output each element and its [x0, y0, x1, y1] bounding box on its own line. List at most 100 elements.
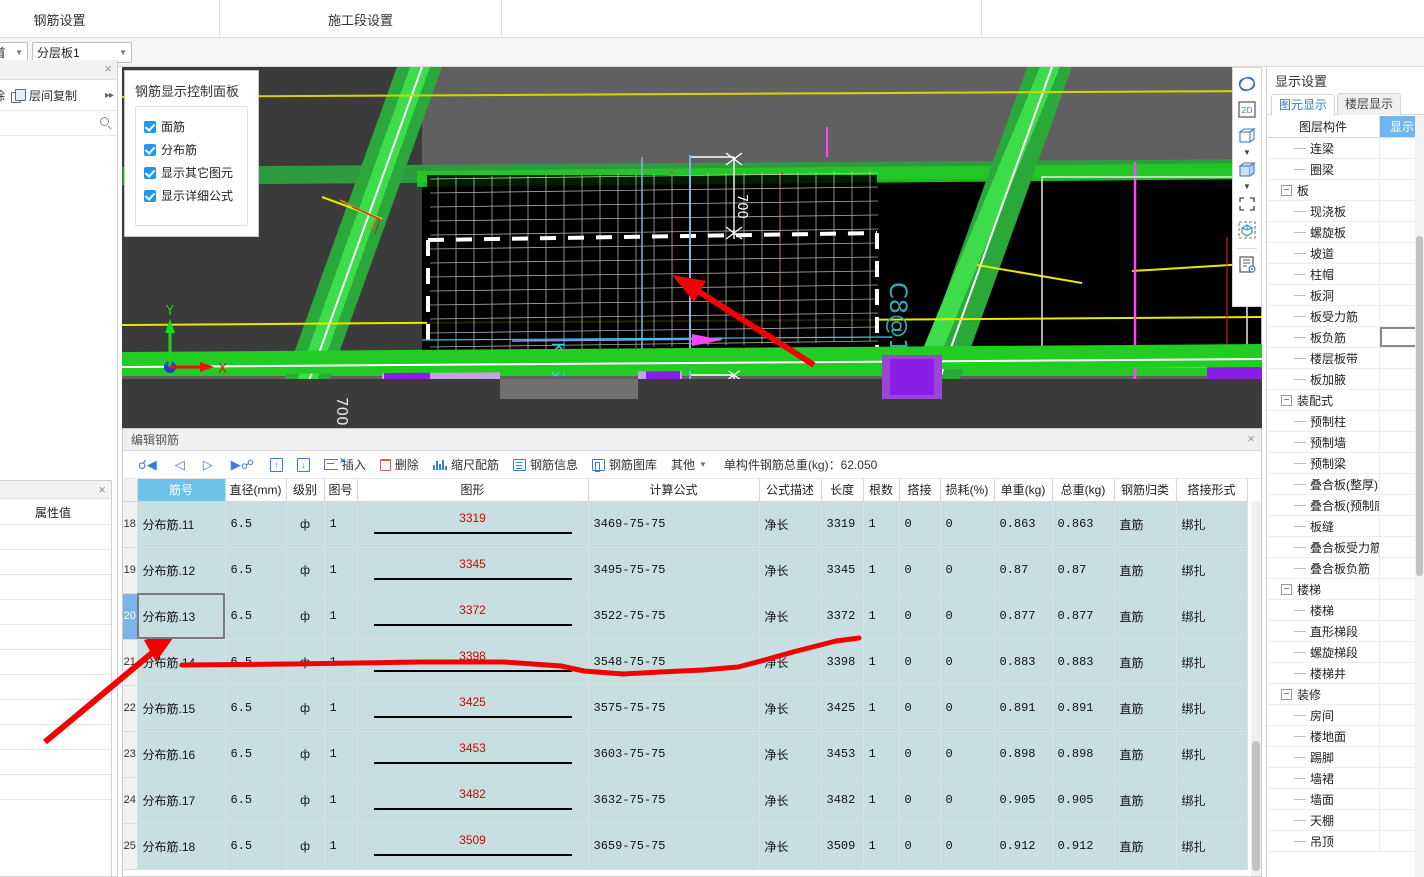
cell-formula-desc[interactable]: 净长: [758, 638, 822, 686]
cell-class[interactable]: 直筋: [1113, 776, 1177, 824]
tree-item-24[interactable]: 螺旋梯段: [1267, 642, 1424, 663]
property-row[interactable]: -C8@150: [0, 525, 111, 550]
cell-length[interactable]: 3319: [820, 500, 864, 548]
tree-item-27[interactable]: 房间: [1267, 705, 1424, 726]
tree-item-6[interactable]: 柱帽: [1267, 264, 1424, 285]
cell-formula-desc[interactable]: 净长: [758, 684, 822, 732]
cell-lap-form[interactable]: 绑扎: [1175, 776, 1248, 824]
checkbox-fenbujin[interactable]: 分布筋: [144, 138, 247, 161]
cell-lap-form[interactable]: 绑扎: [1175, 638, 1248, 686]
cell-unit-weight[interactable]: 0.863: [993, 500, 1053, 548]
tree-item-9[interactable]: 板负筋: [1267, 327, 1424, 348]
property-row[interactable]: 外边线): [0, 650, 111, 675]
cell-length[interactable]: 3425: [820, 684, 864, 732]
col-header-loss[interactable]: 损耗(%): [939, 479, 995, 502]
property-row[interactable]: 150: [0, 575, 111, 600]
cell-pic-no[interactable]: 1: [323, 546, 358, 594]
cell-name[interactable]: 分布筋.11: [136, 500, 226, 548]
col-header-grade[interactable]: 级别: [285, 479, 325, 502]
cell-pic-no[interactable]: 1: [323, 592, 358, 640]
table-row[interactable]: 22 分布筋.15 6.5 ф 1 3425 3575-75-75 净长 342…: [123, 684, 1248, 732]
cell-formula[interactable]: 3659-75-75: [587, 822, 760, 870]
cell-unit-weight[interactable]: 0.877: [993, 592, 1053, 640]
cell-shape[interactable]: 3482: [356, 776, 589, 824]
cell-diameter[interactable]: 6.5: [224, 638, 287, 686]
cell-name[interactable]: 分布筋.17: [136, 776, 226, 824]
tree-item-16[interactable]: 叠合板(整厚): [1267, 474, 1424, 495]
cell-pic-no[interactable]: 1: [323, 638, 358, 686]
delete-button[interactable]: 除: [0, 87, 5, 104]
tree-item-2[interactable]: − 板: [1267, 180, 1424, 201]
tree-item-3[interactable]: 现浇板: [1267, 201, 1424, 222]
table-row[interactable]: 20 分布筋.13 6.5 ф 1 3372 3522-75-75 净长 337…: [123, 592, 1248, 640]
cell-loss[interactable]: 0: [939, 776, 995, 824]
checkbox-show-other-elements[interactable]: 显示其它图元: [144, 161, 247, 184]
cad-viewport[interactable]: 700 700 KBSLJ-C8@150-C8@150 C8@150: [122, 67, 1262, 428]
tree-item-31[interactable]: 墙面: [1267, 789, 1424, 810]
cell-lap-form[interactable]: 绑扎: [1175, 730, 1248, 778]
cell-class[interactable]: 直筋: [1113, 730, 1177, 778]
cell-total-weight[interactable]: 0.87: [1051, 546, 1115, 594]
cube-dashed-icon[interactable]: [1235, 218, 1259, 242]
table-vertical-scrollbar[interactable]: [1251, 501, 1261, 876]
cell-diameter[interactable]: 6.5: [224, 730, 287, 778]
cell-formula-desc[interactable]: 净长: [758, 822, 822, 870]
cell-class[interactable]: 直筋: [1113, 822, 1177, 870]
tree-item-10[interactable]: 楼层板带: [1267, 348, 1424, 369]
cell-pic-no[interactable]: 1: [323, 822, 358, 870]
tree-item-7[interactable]: 板洞: [1267, 285, 1424, 306]
cell-length[interactable]: 3509: [820, 822, 864, 870]
tree-expander-icon[interactable]: −: [1281, 688, 1292, 700]
cell-lap[interactable]: 0: [898, 638, 941, 686]
row-number[interactable]: 18: [123, 500, 138, 548]
cell-shape[interactable]: 3398: [356, 638, 589, 686]
cell-length[interactable]: 3482: [820, 776, 864, 824]
cell-lap-form[interactable]: 绑扎: [1175, 822, 1248, 870]
cell-name[interactable]: 分布筋.16: [136, 730, 226, 778]
row-number[interactable]: 24: [123, 776, 138, 824]
property-row[interactable]: [0, 550, 111, 575]
cell-formula[interactable]: 3548-75-75: [587, 638, 760, 686]
row-number[interactable]: 25: [123, 822, 138, 870]
col-header-lap-form[interactable]: 搭接形式: [1175, 479, 1248, 502]
cell-shape[interactable]: 3425: [356, 684, 589, 732]
table-row[interactable]: 24 分布筋.17 6.5 ф 1 3482 3632-75-75 净长 348…: [123, 776, 1248, 824]
cell-loss[interactable]: 0: [939, 546, 995, 594]
cell-pic-no[interactable]: 1: [323, 730, 358, 778]
cell-count[interactable]: 1: [862, 822, 900, 870]
cell-class[interactable]: 直筋: [1113, 592, 1177, 640]
cell-formula[interactable]: 3522-75-75: [587, 592, 760, 640]
cell-total-weight[interactable]: 0.912: [1051, 822, 1115, 870]
cell-pic-no[interactable]: 1: [323, 500, 358, 548]
col-header-formula-desc[interactable]: 公式描述: [758, 479, 822, 502]
chevron-down-icon-2[interactable]: ▼: [1243, 183, 1251, 192]
cell-grade[interactable]: ф: [285, 546, 325, 594]
tab-element-display[interactable]: 图元显示: [1271, 94, 1336, 116]
left-dock-search[interactable]: [0, 112, 117, 136]
cell-diameter[interactable]: 6.5: [224, 822, 287, 870]
cell-class[interactable]: 直筋: [1113, 638, 1177, 686]
tree-item-1[interactable]: 圈梁: [1267, 159, 1424, 180]
checkbox-mianjin[interactable]: 面筋: [144, 115, 247, 138]
cell-loss[interactable]: 0: [939, 638, 995, 686]
row-number[interactable]: 22: [123, 684, 138, 732]
tree-item-23[interactable]: 直形梯段: [1267, 621, 1424, 642]
tab-floor-display[interactable]: 楼层显示: [1337, 93, 1402, 115]
tree-item-20[interactable]: 叠合板负筋: [1267, 558, 1424, 579]
tree-item-29[interactable]: 踢脚: [1267, 747, 1424, 768]
cad-view-toolbar[interactable]: 2D ▼ ▼: [1232, 67, 1262, 307]
cell-loss[interactable]: 0: [939, 730, 995, 778]
tree-item-21[interactable]: − 楼梯: [1267, 579, 1424, 600]
cell-loss[interactable]: 0: [939, 592, 995, 640]
property-row[interactable]: [0, 750, 111, 775]
tree-item-8[interactable]: 板受力筋: [1267, 306, 1424, 327]
cell-lap[interactable]: 0: [898, 730, 941, 778]
scrollbar-thumb[interactable]: [1416, 236, 1423, 576]
tree-item-13[interactable]: 预制柱: [1267, 411, 1424, 432]
col-header-class[interactable]: 钢筋归类: [1113, 479, 1177, 502]
cell-shape[interactable]: 3453: [356, 730, 589, 778]
cube-outline-icon[interactable]: [1235, 124, 1259, 148]
prev-record-button[interactable]: ◁: [166, 453, 194, 477]
cell-formula[interactable]: 3575-75-75: [587, 684, 760, 732]
col-header-pic-no[interactable]: 图号: [323, 479, 358, 502]
